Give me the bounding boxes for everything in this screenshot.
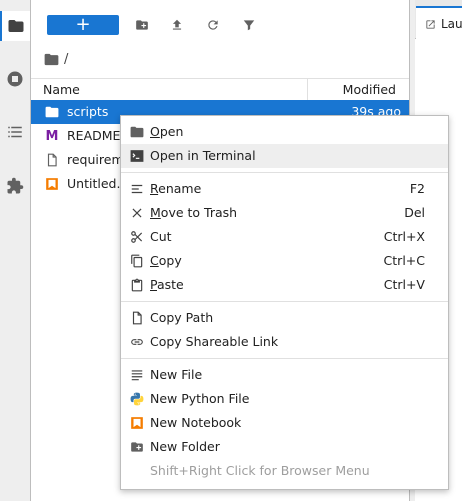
new-folder-button[interactable]	[133, 16, 151, 34]
launcher-icon	[426, 19, 435, 29]
menu-item-label: Open in Terminal	[150, 148, 256, 163]
paste-icon	[130, 278, 144, 292]
file-name: README	[67, 128, 121, 143]
context-menu: Open Open in Terminal Rename F2 Move to …	[120, 115, 449, 490]
menu-item-shortcut: Ctrl+X	[383, 229, 425, 244]
copy-icon	[130, 254, 144, 268]
menu-item-label: New File	[150, 367, 203, 382]
refresh-icon	[208, 20, 218, 30]
tab-launcher[interactable]: Lau	[416, 6, 462, 40]
menu-item-label: Shift+Right Click for Browser Menu	[150, 463, 370, 478]
menu-item-label: New Notebook	[150, 415, 242, 430]
menu-item-label: Rename	[150, 181, 202, 196]
menu-item-copy-path[interactable]: Copy Path	[121, 306, 448, 330]
menu-item-paste[interactable]: Paste Ctrl+V	[121, 273, 448, 297]
link-icon	[130, 335, 144, 349]
cut-icon	[130, 230, 144, 244]
upload-button[interactable]	[168, 16, 186, 34]
list-icon	[8, 126, 22, 138]
file-browser-toolbar: +	[31, 0, 409, 46]
column-header-modified[interactable]: Modified	[343, 82, 396, 97]
menu-item-label: New Python File	[150, 391, 250, 406]
menu-item-shortcut: F2	[409, 181, 425, 196]
menu-item-label: Copy	[150, 253, 182, 268]
file-list-header: Name Modified	[31, 78, 409, 102]
column-divider[interactable]	[307, 79, 308, 101]
close-icon	[130, 206, 144, 220]
file-name: Untitled.i	[67, 176, 124, 191]
refresh-button[interactable]	[204, 16, 222, 34]
file-name: requirem	[67, 152, 124, 167]
file-icon	[45, 153, 59, 167]
menu-item-copy-shareable-link[interactable]: Copy Shareable Link	[121, 330, 448, 354]
running-sessions-tab[interactable]	[0, 64, 30, 94]
puzzle-icon	[7, 177, 24, 194]
menu-item-shortcut: Del	[404, 205, 425, 220]
menu-item-label: New Folder	[150, 439, 220, 454]
menu-item-move-to-trash[interactable]: Move to Trash Del	[121, 201, 448, 225]
menu-item-open-in-terminal[interactable]: Open in Terminal	[121, 144, 448, 168]
text-file-icon	[130, 368, 144, 382]
rename-icon	[130, 182, 144, 196]
upload-icon	[172, 19, 182, 30]
menu-item-label: Paste	[150, 277, 184, 292]
column-header-name[interactable]: Name	[43, 82, 80, 97]
menu-separator	[121, 301, 448, 302]
menu-item-open[interactable]: Open	[121, 120, 448, 144]
folder-icon[interactable]	[44, 53, 59, 66]
menu-item-shortcut: Ctrl+C	[383, 253, 425, 268]
menu-item-cut[interactable]: Cut Ctrl+X	[121, 225, 448, 249]
notebook-icon	[130, 416, 144, 430]
notebook-icon	[45, 177, 59, 191]
activity-bar	[0, 0, 31, 501]
extensions-tab[interactable]	[0, 171, 30, 201]
filter-icon	[243, 20, 255, 31]
folder-icon	[45, 105, 59, 119]
stop-circle-icon	[7, 71, 23, 87]
tab-bar: Lau	[415, 0, 462, 40]
file-icon	[130, 311, 144, 325]
new-folder-icon	[136, 20, 148, 30]
terminal-icon	[130, 149, 144, 163]
menu-item-label: Cut	[150, 229, 172, 244]
table-of-contents-tab[interactable]	[0, 117, 30, 147]
markdown-icon: M	[45, 128, 59, 144]
menu-item-label: Move to Trash	[150, 205, 238, 220]
menu-item-new-file[interactable]: New File	[121, 363, 448, 387]
menu-item-label: Open	[150, 124, 184, 139]
python-icon	[130, 392, 144, 406]
menu-separator	[121, 358, 448, 359]
menu-item-label: Copy Shareable Link	[150, 334, 279, 349]
new-launcher-button[interactable]: +	[47, 15, 119, 35]
file-browser-tab[interactable]	[0, 11, 30, 41]
tab-label: Lau	[441, 17, 462, 31]
file-name: scripts	[67, 104, 109, 119]
filter-button[interactable]	[240, 16, 258, 34]
menu-separator	[121, 172, 448, 173]
menu-item-label: Copy Path	[150, 310, 214, 325]
menu-item-new-folder[interactable]: New Folder	[121, 435, 448, 459]
breadcrumb-root[interactable]: /	[64, 52, 68, 67]
folder-icon	[130, 125, 144, 139]
menu-item-shortcut: Ctrl+V	[383, 277, 425, 292]
new-folder-icon	[130, 440, 144, 454]
menu-item-new-python-file[interactable]: New Python File	[121, 387, 448, 411]
folder-icon	[8, 20, 24, 32]
menu-item-new-notebook[interactable]: New Notebook	[121, 411, 448, 435]
breadcrumb: /	[44, 50, 68, 68]
menu-item-rename[interactable]: Rename F2	[121, 177, 448, 201]
menu-item-copy[interactable]: Copy Ctrl+C	[121, 249, 448, 273]
menu-hint-browser-menu: Shift+Right Click for Browser Menu	[121, 459, 448, 483]
